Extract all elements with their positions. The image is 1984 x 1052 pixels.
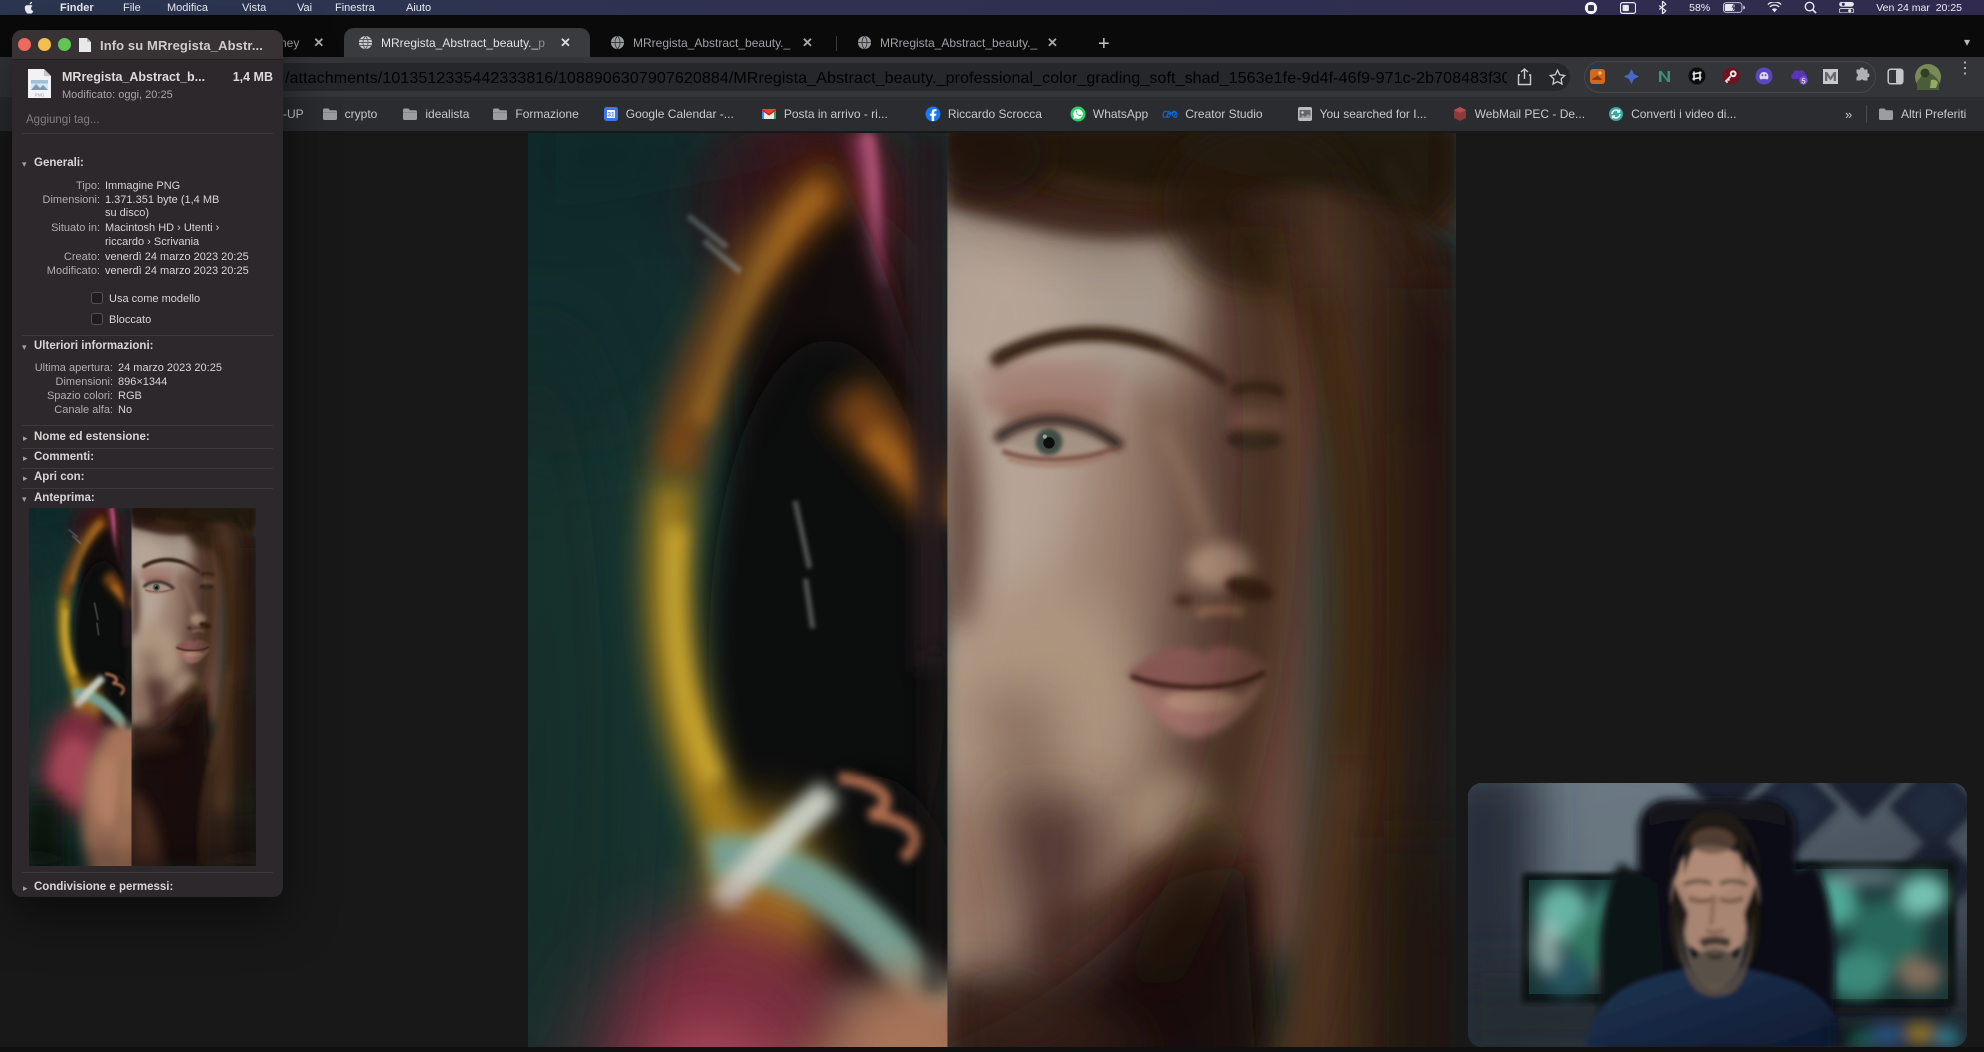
svg-text:31: 31 xyxy=(607,112,615,119)
svg-text:PNG: PNG xyxy=(35,93,45,98)
svg-text:5: 5 xyxy=(1801,77,1805,86)
